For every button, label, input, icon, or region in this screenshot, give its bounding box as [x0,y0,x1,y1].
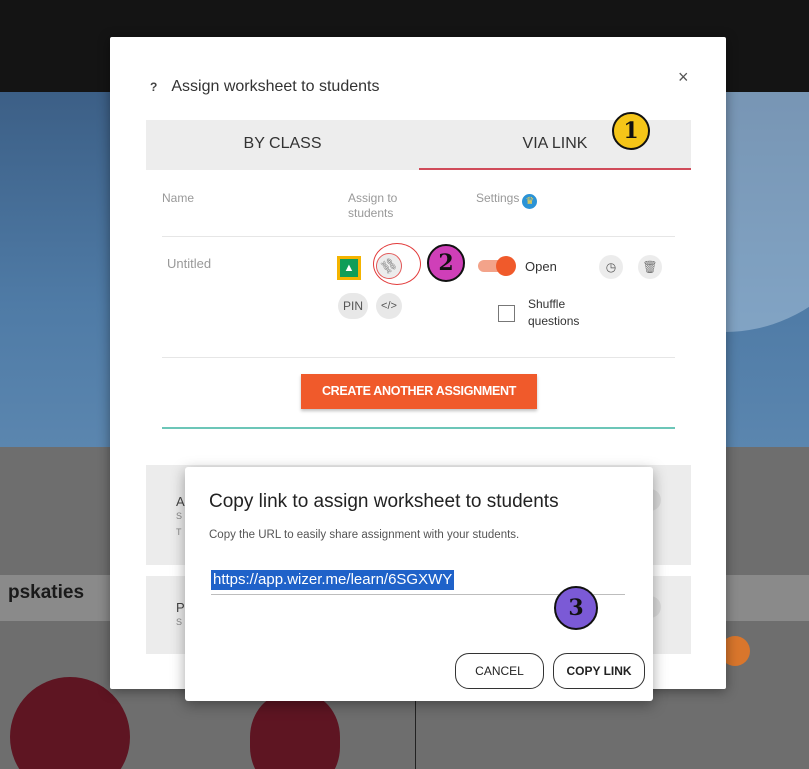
column-header-assign: Assign to students [348,191,398,220]
shuffle-checkbox[interactable] [498,305,515,322]
pin-button[interactable]: PIN [338,293,368,319]
embed-code-button[interactable]: </> [376,293,402,319]
background-text: pskaties [8,582,85,603]
google-classroom-icon[interactable]: ▲ [337,256,361,280]
toggle-knob [496,256,516,276]
annotation-badge-3: 3 [554,586,598,630]
trash-icon[interactable]: 🗑 [638,255,662,279]
cancel-button[interactable]: CANCEL [455,653,544,689]
open-toggle[interactable] [478,256,516,276]
header-divider [162,236,675,237]
card-2-title: P [176,600,185,615]
shuffle-label: Shuffle questions [528,297,580,328]
column-header-settings: Settings ♛ [476,191,538,209]
column-header-settings-label: Settings [476,191,520,205]
background-mitten-right [250,692,340,769]
row-divider [162,357,675,358]
modal-title-text: Assign worksheet to students [171,78,380,95]
modal-title: ? Assign worksheet to students [150,78,379,96]
tab-bar: BY CLASS VIA LINK [146,120,691,170]
dialog-title: Copy link to assign worksheet to student… [209,491,559,512]
section-divider [162,427,675,429]
card-1-detail: T [176,527,182,537]
open-toggle-label: Open [525,259,557,274]
tab-by-class[interactable]: BY CLASS [146,120,419,168]
link-icon-highlight-ring [373,243,421,285]
clock-icon[interactable]: ◷ [599,255,623,279]
copy-link-button[interactable]: COPY LINK [553,653,645,689]
close-icon[interactable]: × [678,67,689,88]
assignment-name: Untitled [167,256,212,271]
annotation-badge-2: 2 [427,244,465,282]
tab-via-link[interactable]: VIA LINK [419,120,691,170]
card-1-subtitle: S [176,511,183,521]
premium-crown-icon: ♛ [522,194,538,209]
card-2-subtitle: S [176,617,183,627]
column-header-name: Name [162,191,195,205]
annotation-badge-1: 1 [612,112,650,150]
create-another-assignment-button[interactable]: CREATE ANOTHER ASSIGNMENT [301,374,537,409]
copy-link-dialog: Copy link to assign worksheet to student… [185,467,653,701]
dialog-subtitle: Copy the URL to easily share assignment … [209,529,520,541]
card-1-title: A [176,494,185,509]
help-icon[interactable]: ? [150,80,157,94]
